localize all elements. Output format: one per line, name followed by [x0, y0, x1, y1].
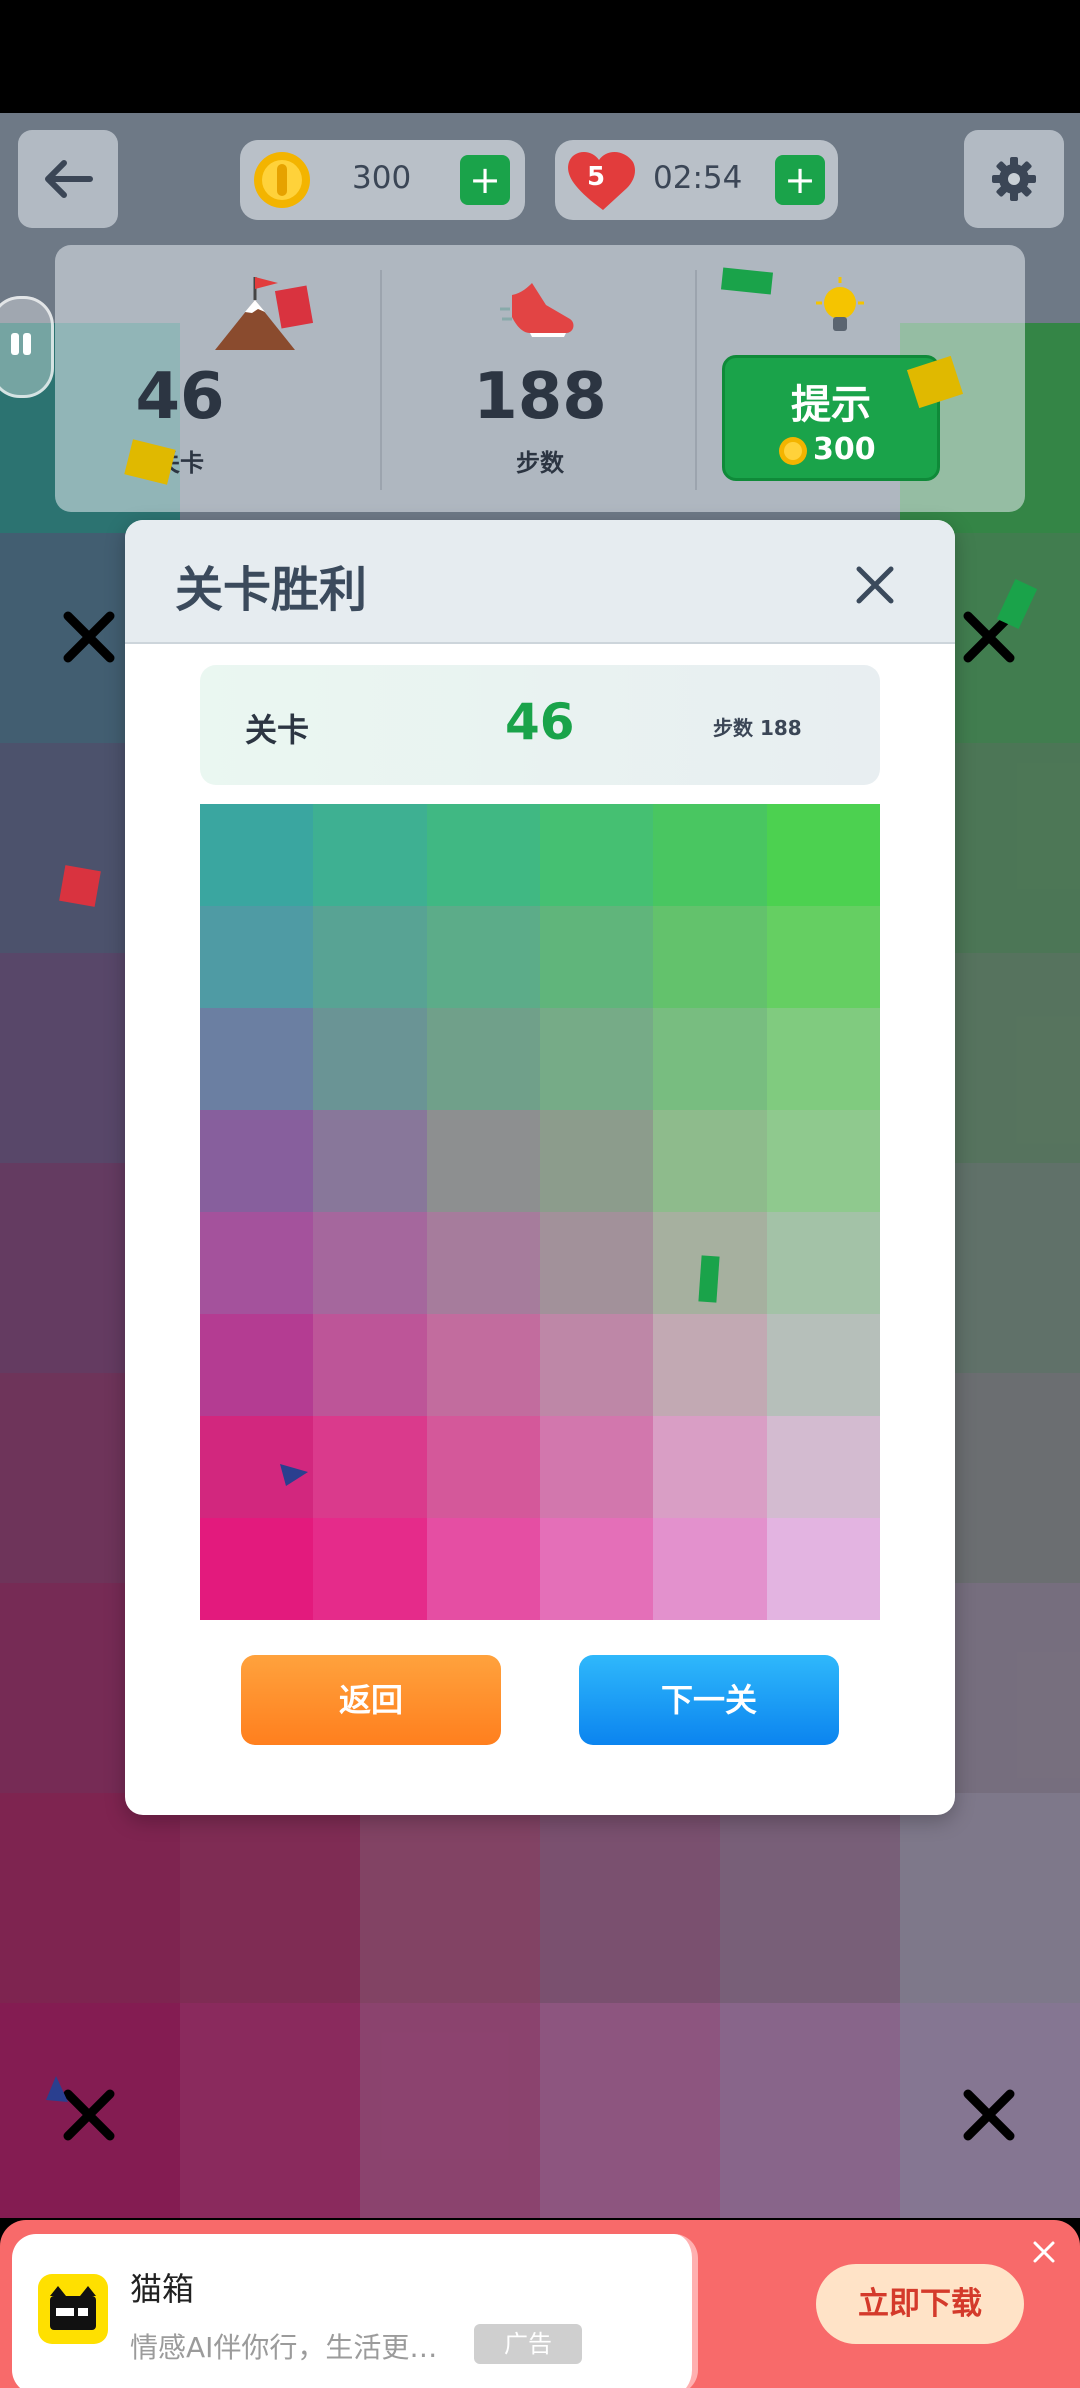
confetti — [46, 2076, 68, 2102]
info-level-label: 关卡 — [245, 711, 310, 749]
steps-value: 188 — [473, 360, 607, 434]
preview-tile — [313, 1110, 427, 1212]
preview-tile — [200, 804, 314, 906]
preview-tile — [313, 1212, 427, 1314]
settings-button[interactable] — [964, 130, 1064, 228]
preview-tile — [766, 1518, 880, 1620]
preview-tile — [653, 1110, 767, 1212]
close-icon[interactable] — [845, 555, 905, 615]
preview-tile — [426, 1212, 540, 1314]
level-value: 46 — [135, 360, 225, 434]
level-info-bar: 关卡 46 步数 188 — [200, 665, 880, 785]
preview-tile — [200, 1212, 314, 1314]
preview-tile — [766, 1416, 880, 1518]
level-label: 关卡 — [156, 449, 204, 477]
confetti — [59, 865, 101, 907]
preview-tile — [313, 906, 427, 1008]
preview-tile — [766, 804, 880, 906]
floating-assistant-button[interactable] — [0, 296, 54, 398]
next-level-button[interactable]: 下一关 — [579, 1655, 839, 1745]
preview-tile — [766, 1008, 880, 1110]
preview-tile — [540, 1110, 654, 1212]
preview-tile — [653, 1416, 767, 1518]
preview-tile — [200, 1008, 314, 1110]
confetti — [280, 1464, 308, 1486]
gear-icon — [992, 157, 1036, 201]
preview-tile — [200, 906, 314, 1008]
app-icon — [38, 2274, 108, 2344]
fixed-tile-x-icon — [963, 2089, 1015, 2141]
status-bar — [0, 0, 1080, 113]
dialog-header: 关卡胜利 — [125, 520, 955, 644]
preview-tile — [313, 1416, 427, 1518]
solved-puzzle-preview — [200, 804, 880, 1620]
arrow-left-icon — [45, 160, 93, 198]
preview-tile — [313, 1314, 427, 1416]
preview-tile — [426, 1518, 540, 1620]
back-button[interactable] — [18, 130, 118, 228]
ad-card[interactable]: 猫箱 情感AI伴你行，生活更… 广告 — [12, 2234, 698, 2388]
coin-icon — [779, 437, 807, 465]
preview-tile — [426, 804, 540, 906]
confetti — [698, 1255, 720, 1303]
preview-tile — [313, 1008, 427, 1110]
hint-label: 提示 — [791, 382, 871, 428]
preview-tile — [200, 1518, 314, 1620]
preview-tile — [653, 804, 767, 906]
preview-tile — [653, 1008, 767, 1110]
back-button[interactable]: 返回 — [241, 1655, 501, 1745]
preview-tile — [200, 1314, 314, 1416]
add-lives-button[interactable]: + — [775, 155, 825, 205]
close-icon[interactable] — [1030, 2238, 1058, 2266]
download-button[interactable]: 立即下载 — [816, 2264, 1024, 2344]
preview-tile — [540, 804, 654, 906]
preview-tile — [313, 1518, 427, 1620]
ad-app-name: 猫箱 — [130, 2270, 195, 2308]
add-coins-button[interactable]: + — [460, 155, 510, 205]
preview-tile — [766, 906, 880, 1008]
shoe-icon — [500, 283, 574, 337]
info-level-value: 46 — [505, 693, 575, 751]
coins-value: 300 — [352, 160, 412, 196]
preview-tile — [653, 906, 767, 1008]
steps-label: 步数 — [516, 449, 564, 477]
lives-counter: 5 02:54 + — [555, 140, 838, 220]
preview-tile — [766, 1212, 880, 1314]
ad-badge-label: 广告 — [504, 2330, 552, 2358]
preview-tile — [426, 1314, 540, 1416]
preview-tile — [313, 804, 427, 906]
cat-box-icon — [50, 2286, 96, 2330]
preview-tile — [426, 1110, 540, 1212]
preview-tile — [426, 906, 540, 1008]
coin-icon — [254, 152, 310, 208]
ad-description: 情感AI伴你行，生活更… — [130, 2331, 438, 2364]
preview-tile — [540, 1518, 654, 1620]
info-steps: 步数 188 — [713, 716, 802, 740]
lives-timer: 02:54 — [653, 160, 743, 196]
hint-cost: 300 — [813, 432, 876, 467]
confetti — [274, 285, 314, 329]
preview-tile — [766, 1110, 880, 1212]
victory-dialog: 关卡胜利 关卡 46 步数 188 返回 下一关 — [125, 520, 955, 1815]
fixed-tile-x-icon — [63, 611, 115, 663]
ad-badge: 广告 — [474, 2324, 582, 2364]
preview-tile — [540, 1314, 654, 1416]
preview-tile — [766, 1314, 880, 1416]
preview-tile — [653, 1518, 767, 1620]
preview-tile — [426, 1416, 540, 1518]
fixed-tile-x-icon — [63, 2089, 115, 2141]
preview-tile — [540, 1212, 654, 1314]
preview-tile — [540, 1008, 654, 1110]
preview-tile — [200, 1110, 314, 1212]
dialog-title: 关卡胜利 — [175, 562, 368, 618]
preview-tile — [540, 906, 654, 1008]
lightbulb-icon — [816, 277, 864, 331]
lives-value: 5 — [587, 162, 606, 192]
preview-tile — [540, 1416, 654, 1518]
preview-tile — [653, 1314, 767, 1416]
preview-tile — [426, 1008, 540, 1110]
coins-counter: 300 + — [240, 140, 525, 220]
